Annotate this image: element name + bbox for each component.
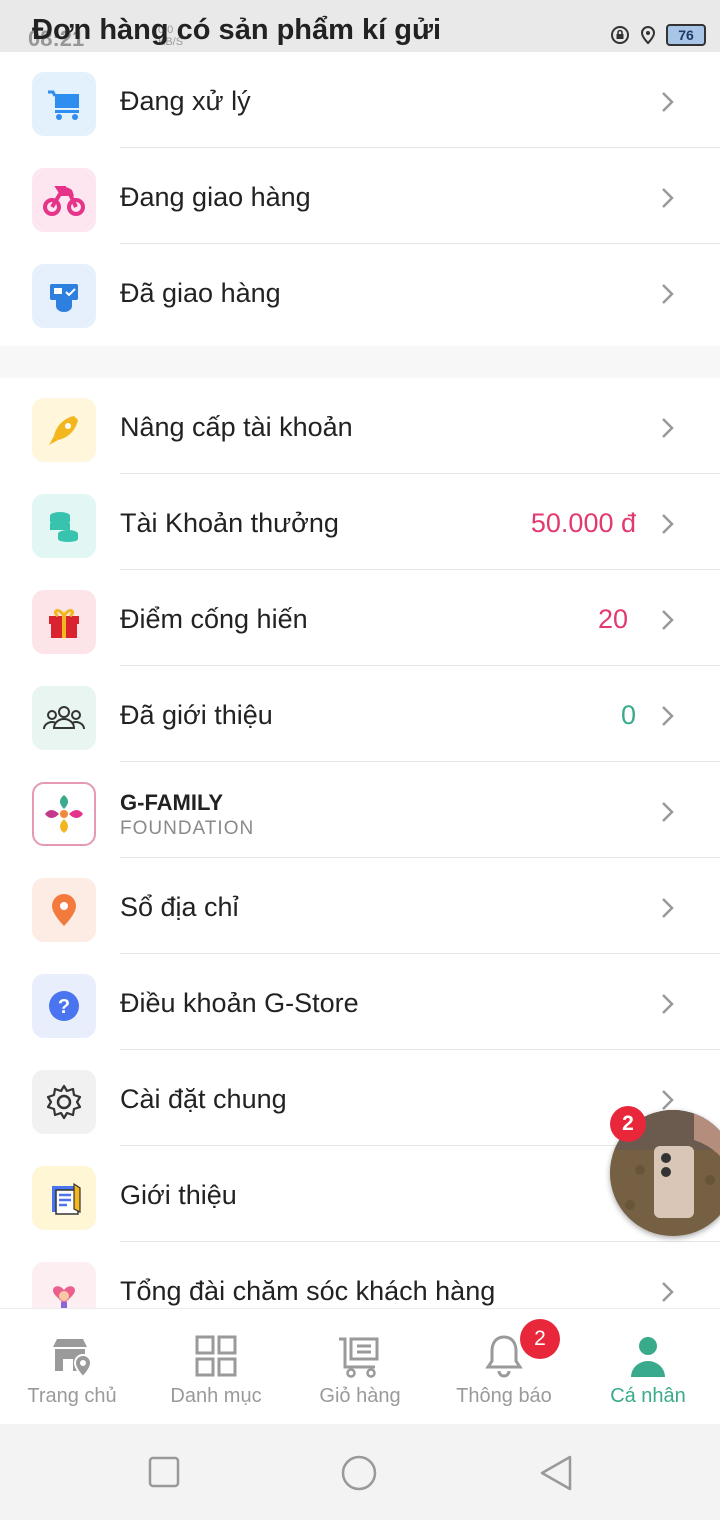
menu-row-terms[interactable]: ? Điều khoản G-Store [0,954,720,1050]
recents-icon[interactable] [148,1456,180,1488]
nav-label: Thông báo [456,1385,552,1407]
chevron-right-icon [662,1090,674,1110]
location-pin-icon [32,878,96,942]
menu-row-reward-account[interactable]: Tài Khoản thưởng 50.000 đ [0,474,720,570]
chat-badge: 2 [610,1106,646,1142]
person-icon [631,1337,665,1377]
order-row-processing[interactable]: Đang xử lý [0,52,720,148]
g-family-logo [32,782,96,846]
rocket-icon [32,398,96,462]
bottom-nav: Trang chủ Danh mục Giỏ hàng Thông báo 2 [0,1308,720,1425]
row-label: Điểm cống hiến [120,604,308,634]
lock-rotation-icon [611,26,629,44]
row-label: Nâng cấp tài khoản [120,412,353,442]
delivered-box-icon [32,264,96,328]
customer-care-icon [32,1262,96,1308]
page-title: Đơn hàng có sản phẩm kí gửi [32,14,442,46]
order-row-shipping[interactable]: Đang giao hàng [0,148,720,244]
chevron-right-icon [662,92,674,112]
status-bar: 08:21 0.0 KB/S Đơn hàng có sản phẩm kí gử… [0,0,720,52]
nav-label: Cá nhân [610,1385,686,1407]
home-icon[interactable] [340,1454,378,1492]
nav-label: Danh mục [170,1385,262,1407]
gift-icon [32,590,96,654]
question-icon: ? [32,974,96,1038]
row-label: Tổng đài chăm sóc khách hàng [120,1276,496,1306]
menu-row-address-book[interactable]: Sổ địa chỉ [0,858,720,954]
row-label: Giới thiệu [120,1180,237,1210]
nav-label: Giỏ hàng [319,1385,401,1407]
row-label: Sổ địa chỉ [120,892,239,922]
row-label: Điều khoản G-Store [120,988,359,1018]
nav-cart[interactable]: Giỏ hàng [288,1309,432,1425]
svg-text:?: ? [58,996,70,1018]
g-family-title: G-FAMILY [120,790,224,815]
order-row-delivered[interactable]: Đã giao hàng [0,244,720,340]
row-label: Đã giao hàng [120,278,281,308]
menu-row-customer-care[interactable]: Tổng đài chăm sóc khách hàng [0,1242,720,1308]
nav-label: Trang chủ [27,1385,117,1407]
row-label: Đang xử lý [120,86,251,116]
chevron-right-icon [662,188,674,208]
system-navigation-bar [0,1424,720,1520]
grid-icon [195,1335,237,1377]
cart-outline-icon [339,1337,379,1378]
g-family-subtitle: FOUNDATION [120,818,255,839]
location-icon [640,25,656,45]
info-document-icon [32,1166,96,1230]
chevron-right-icon [662,418,674,438]
nav-home[interactable]: Trang chủ [0,1309,144,1425]
menu-row-referred[interactable]: Đã giới thiệu 0 [0,666,720,762]
battery-indicator: 76 [666,24,706,46]
contribution-points-value: 20 [597,604,628,634]
chevron-right-icon [662,610,674,630]
cart-icon [32,72,96,136]
chevron-right-icon [662,706,674,726]
coins-icon [32,494,96,558]
chevron-right-icon [662,284,674,304]
chevron-right-icon [662,1282,674,1302]
row-label: Cài đặt chung [120,1084,287,1114]
motorbike-icon [32,168,96,232]
menu-row-g-family[interactable]: G-FAMILY FOUNDATION [0,762,720,858]
chevron-right-icon [662,994,674,1014]
orders-card: Đang xử lý Đang giao hàng Đã giao hàng [0,52,720,346]
row-label: Đang giao hàng [120,182,311,212]
people-icon [32,686,96,750]
chevron-right-icon [662,898,674,918]
chevron-right-icon [662,514,674,534]
store-location-icon [53,1339,93,1379]
reward-balance: 50.000 đ [530,508,636,538]
nav-notifications[interactable]: Thông báo 2 [432,1309,576,1425]
back-icon[interactable] [538,1454,574,1492]
nav-categories[interactable]: Danh mục [144,1309,288,1425]
row-label: Đã giới thiệu [120,700,273,730]
referred-count: 0 [620,700,636,730]
menu-row-upgrade[interactable]: Nâng cấp tài khoản [0,378,720,474]
notification-badge: 2 [520,1319,560,1359]
nav-profile[interactable]: Cá nhân [576,1309,720,1425]
menu-row-contribution-points[interactable]: Điểm cống hiến 20 [0,570,720,666]
row-label: Tài Khoản thưởng [120,508,339,538]
chevron-right-icon [662,802,674,822]
system-icons: 76 [610,24,706,46]
gear-icon [32,1070,96,1134]
